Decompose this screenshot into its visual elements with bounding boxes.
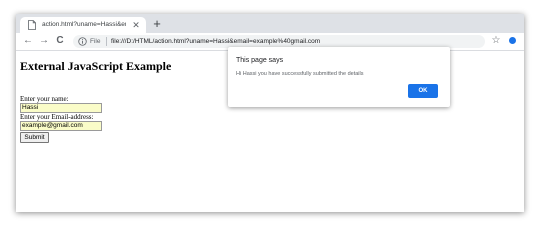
browser-window: action.html?uname=Hassi&ema ✕ + ← → C Fi… (16, 14, 524, 212)
profile-icon[interactable] (509, 37, 516, 44)
page-title: External JavaScript Example (20, 59, 172, 73)
url-text[interactable]: file:///D:/HTML/action.html?uname=Hassi&… (111, 36, 320, 47)
email-input[interactable]: example@gmail.com (20, 121, 102, 131)
omnibox-divider (106, 37, 107, 46)
name-input[interactable]: Hassi (20, 103, 102, 113)
forward-icon[interactable]: → (38, 35, 50, 47)
dialog-message: Hi Hassi you have successfully submitted… (236, 71, 364, 77)
tab-action-html[interactable]: action.html?uname=Hassi&ema ✕ (20, 17, 146, 33)
back-icon[interactable]: ← (22, 35, 34, 47)
email-label: Enter your Email-address: (20, 113, 94, 121)
info-icon[interactable] (78, 37, 87, 46)
page-icon (28, 20, 36, 30)
close-tab-icon[interactable]: ✕ (130, 19, 142, 31)
reload-icon[interactable]: C (54, 35, 66, 47)
tab-title: action.html?uname=Hassi&ema (42, 21, 126, 28)
tab-strip: action.html?uname=Hassi&ema ✕ + (16, 14, 524, 33)
bookmark-star-icon[interactable]: ☆ (490, 35, 502, 47)
ok-button[interactable]: OK (408, 84, 438, 98)
submit-button[interactable]: Submit (20, 132, 49, 143)
scheme-label: File (90, 38, 101, 45)
name-label: Enter your name: (20, 95, 69, 103)
alert-dialog: This page says Hi Hassi you have success… (228, 47, 450, 107)
new-tab-icon[interactable]: + (150, 17, 164, 31)
dialog-title: This page says (236, 57, 284, 64)
